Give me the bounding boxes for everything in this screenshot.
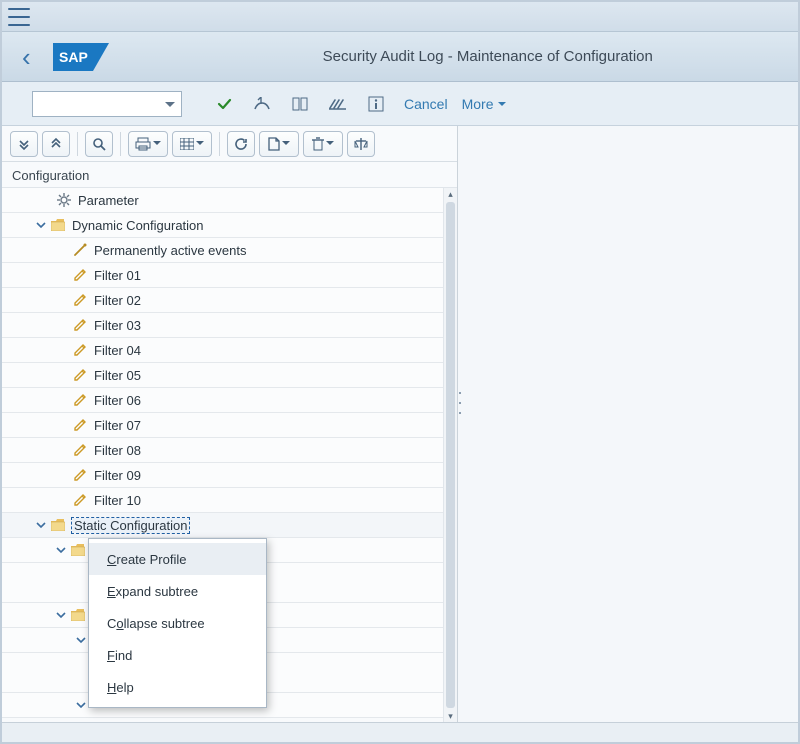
node-dynamic-config[interactable]: Dynamic Configuration bbox=[2, 213, 457, 238]
node-label: Filter 07 bbox=[94, 418, 141, 433]
pencil-icon bbox=[72, 368, 88, 382]
scroll-down-icon[interactable]: ▾ bbox=[448, 710, 453, 722]
gear-icon bbox=[56, 193, 72, 207]
expand-all-button[interactable] bbox=[10, 131, 38, 157]
node-filter[interactable]: Filter 04 bbox=[2, 338, 457, 363]
refresh-button[interactable] bbox=[227, 131, 255, 157]
tools-icon bbox=[72, 243, 88, 257]
folder-icon bbox=[50, 519, 66, 531]
pencil-icon bbox=[72, 443, 88, 457]
tree-header: Configuration bbox=[2, 162, 457, 188]
node-label: Filter 05 bbox=[94, 368, 141, 383]
app-toolbar: Cancel More bbox=[2, 82, 798, 126]
menu-create-profile[interactable]: Create Profile bbox=[89, 543, 266, 575]
folder-icon bbox=[50, 219, 66, 231]
search-button[interactable] bbox=[85, 131, 113, 157]
chevron-down-icon[interactable] bbox=[74, 698, 88, 712]
print-button[interactable] bbox=[128, 131, 168, 157]
node-filter[interactable]: Filter 07 bbox=[2, 413, 457, 438]
tree-body: Parameter Dynamic Configuration bbox=[2, 188, 457, 722]
menu-collapse-subtree[interactable]: Collapse subtree bbox=[89, 607, 266, 639]
info-icon[interactable] bbox=[362, 91, 390, 117]
menu-find[interactable]: Find bbox=[89, 639, 266, 671]
sap-logo: SAP bbox=[53, 43, 109, 71]
node-filter[interactable]: Filter 02 bbox=[2, 288, 457, 313]
menu-expand-subtree[interactable]: Expand subtree bbox=[89, 575, 266, 607]
pencil-icon bbox=[72, 293, 88, 307]
compare-button[interactable] bbox=[347, 131, 375, 157]
statusbar bbox=[2, 722, 798, 742]
context-menu: Create Profile Expand subtree Collapse s… bbox=[88, 538, 267, 708]
node-label: Dynamic Configuration bbox=[72, 218, 204, 233]
node-static-config[interactable]: Static Configuration bbox=[2, 513, 457, 538]
node-filter[interactable]: Filter 03 bbox=[2, 313, 457, 338]
pencil-icon bbox=[72, 268, 88, 282]
node-perm-active[interactable]: Permanently active events bbox=[2, 238, 457, 263]
node-label: Filter 06 bbox=[94, 393, 141, 408]
new-button[interactable] bbox=[259, 131, 299, 157]
node-filter[interactable]: Filter 01 bbox=[2, 263, 457, 288]
node-label: Filter 03 bbox=[94, 318, 141, 333]
pencil-icon bbox=[72, 468, 88, 482]
tree-pane: Configuration Parameter bbox=[2, 126, 458, 722]
command-field[interactable] bbox=[32, 91, 182, 117]
page-title: Security Audit Log - Maintenance of Conf… bbox=[323, 48, 653, 65]
chevron-down-icon[interactable] bbox=[74, 633, 88, 647]
splitter-handle[interactable] bbox=[457, 388, 463, 418]
chevron-down-icon[interactable] bbox=[54, 608, 68, 622]
folder-icon bbox=[70, 544, 86, 556]
toolbar-action-3-icon[interactable] bbox=[324, 91, 352, 117]
scroll-thumb[interactable] bbox=[446, 202, 455, 708]
pencil-icon bbox=[72, 343, 88, 357]
node-label: Parameter bbox=[78, 193, 139, 208]
pencil-icon bbox=[72, 393, 88, 407]
menubar bbox=[2, 2, 798, 32]
delete-button[interactable] bbox=[303, 131, 343, 157]
node-label: Filter 08 bbox=[94, 443, 141, 458]
node-label: Filter 10 bbox=[94, 493, 141, 508]
collapse-all-button[interactable] bbox=[42, 131, 70, 157]
node-label: Static Configuration bbox=[72, 518, 189, 533]
node-parameter[interactable]: Parameter bbox=[2, 188, 457, 213]
chevron-down-icon[interactable] bbox=[54, 543, 68, 557]
pencil-icon bbox=[72, 493, 88, 507]
detail-pane bbox=[458, 126, 798, 722]
pencil-icon bbox=[72, 318, 88, 332]
tree-scrollbar[interactable]: ▴ ▾ bbox=[443, 188, 457, 722]
chevron-down-icon[interactable] bbox=[34, 518, 48, 532]
header: ‹ SAP Security Audit Log - Maintenance o… bbox=[2, 32, 798, 82]
node-filter[interactable]: Filter 08 bbox=[2, 438, 457, 463]
cancel-button[interactable]: Cancel bbox=[400, 96, 452, 112]
node-label: Filter 04 bbox=[94, 343, 141, 358]
node-filter[interactable]: Filter 06 bbox=[2, 388, 457, 413]
chevron-down-icon[interactable] bbox=[34, 218, 48, 232]
node-filter[interactable]: Filter 10 bbox=[2, 488, 457, 513]
node-label: Permanently active events bbox=[94, 243, 246, 258]
menu-icon[interactable] bbox=[8, 8, 30, 26]
folder-icon bbox=[70, 609, 86, 621]
svg-text:SAP: SAP bbox=[59, 49, 88, 65]
more-button[interactable]: More bbox=[462, 96, 506, 112]
layout-button[interactable] bbox=[172, 131, 212, 157]
node-filter[interactable]: Filter 09 bbox=[2, 463, 457, 488]
node-label: Filter 09 bbox=[94, 468, 141, 483]
back-button[interactable]: ‹ bbox=[14, 42, 39, 72]
toolbar-action-1-icon[interactable] bbox=[248, 91, 276, 117]
scroll-up-icon[interactable]: ▴ bbox=[448, 188, 453, 200]
menu-help[interactable]: Help bbox=[89, 671, 266, 703]
node-label: Filter 01 bbox=[94, 268, 141, 283]
save-button[interactable] bbox=[210, 91, 238, 117]
node-filter[interactable]: Filter 05 bbox=[2, 363, 457, 388]
tree-toolbar bbox=[2, 126, 457, 162]
toolbar-action-2-icon[interactable] bbox=[286, 91, 314, 117]
pencil-icon bbox=[72, 418, 88, 432]
node-label: Filter 02 bbox=[94, 293, 141, 308]
